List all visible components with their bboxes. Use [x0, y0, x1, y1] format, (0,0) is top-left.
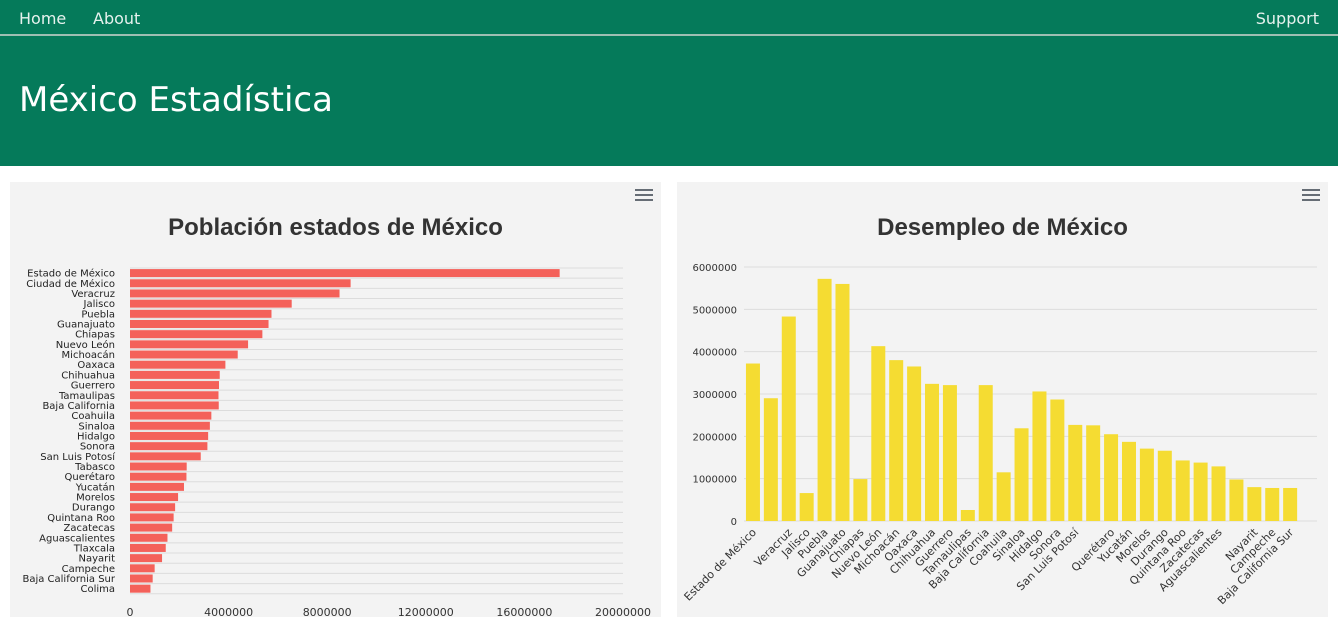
bar — [130, 401, 219, 410]
bar — [1193, 462, 1208, 521]
bar — [942, 385, 957, 521]
bar — [1283, 487, 1298, 521]
bar — [1104, 434, 1119, 521]
bar — [907, 366, 922, 521]
bar — [130, 493, 179, 502]
bar — [996, 472, 1011, 521]
bar — [130, 574, 153, 583]
y-tick-label: 5000000 — [692, 305, 737, 316]
bar — [853, 479, 868, 521]
bar — [130, 523, 173, 532]
bar — [130, 584, 151, 593]
bar — [130, 462, 187, 471]
bar — [1247, 487, 1262, 521]
bar — [130, 503, 176, 512]
bar — [799, 493, 814, 521]
bar — [130, 513, 174, 522]
bar — [1139, 448, 1154, 521]
bar — [1086, 425, 1101, 521]
x-tick-label: 4000000 — [204, 606, 253, 617]
bar — [889, 360, 904, 521]
bar — [130, 381, 219, 390]
bar — [130, 350, 238, 359]
bar — [781, 316, 796, 521]
y-tick-label: 1000000 — [692, 475, 737, 486]
y-tick-label: 0 — [731, 517, 737, 528]
bar — [130, 269, 560, 278]
bar — [130, 411, 212, 420]
bar — [960, 509, 975, 521]
y-tick-label: 6000000 — [692, 263, 737, 274]
page-title: México Estadística — [19, 80, 333, 120]
bar — [1050, 399, 1065, 521]
x-tick-label: 16000000 — [496, 606, 552, 617]
bar — [130, 289, 340, 298]
nav-support-link[interactable]: Support — [1256, 9, 1319, 28]
bar — [130, 370, 220, 379]
bar — [130, 431, 209, 440]
bar — [130, 340, 249, 349]
bar — [1014, 428, 1029, 521]
bar — [130, 319, 269, 328]
bar — [130, 360, 226, 369]
bar — [130, 279, 351, 288]
hero-banner: México Estadística — [0, 36, 1338, 166]
bar — [1157, 450, 1172, 521]
desempleo-chart-svg: 0 1000000 2000000 3000000 4000000 5000000 6000… — [682, 263, 1317, 607]
bar — [130, 533, 168, 542]
bar — [817, 278, 832, 521]
bar — [1229, 479, 1244, 521]
bar — [130, 421, 210, 430]
bar — [871, 346, 886, 521]
bar — [130, 482, 184, 491]
bar — [130, 299, 292, 308]
poblacion-chart-title: Población estados de México — [168, 214, 503, 241]
nav-home-link[interactable]: Home — [19, 9, 66, 28]
bar — [1175, 460, 1190, 521]
bar — [1265, 487, 1280, 521]
bar — [130, 472, 187, 481]
bar — [925, 383, 940, 521]
x-tick-label: 20000000 — [595, 606, 651, 617]
y-tick-label: 4000000 — [692, 348, 737, 359]
bar — [1121, 441, 1136, 521]
x-tick-label: 12000000 — [398, 606, 454, 617]
bar — [835, 283, 850, 521]
bar — [1211, 466, 1226, 521]
y-tick-label: 2000000 — [692, 432, 737, 443]
x-tick-label: 8000000 — [303, 606, 352, 617]
bar — [1032, 391, 1047, 521]
category-label: Colima — [80, 584, 115, 595]
hamburger-menu-icon[interactable] — [1302, 189, 1320, 203]
poblacion-chart-svg: 0 4000000 8000000 12000000 16000000 20000000E… — [22, 267, 651, 617]
navbar: Home About Support — [0, 0, 1338, 36]
poblacion-chart-panel: Población estados de México 0 4000000 8000… — [10, 182, 661, 617]
desempleo-chart-panel: Desempleo de México 0 1000000 2000000 30000… — [677, 182, 1328, 617]
bar — [978, 385, 993, 521]
bar — [745, 363, 760, 521]
y-tick-label: 3000000 — [692, 390, 737, 401]
x-tick-label: Estado de México — [682, 526, 760, 604]
bar — [1068, 424, 1083, 521]
bar — [130, 391, 219, 400]
bar — [130, 543, 166, 552]
bar — [130, 564, 155, 573]
desempleo-chart-title: Desempleo de México — [877, 214, 1128, 241]
bar — [130, 442, 208, 451]
hamburger-menu-icon[interactable] — [635, 189, 653, 203]
bar — [130, 330, 263, 339]
x-tick-label: 0 — [127, 606, 134, 617]
bar — [130, 554, 163, 563]
bar — [763, 398, 778, 521]
nav-about-link[interactable]: About — [93, 9, 140, 28]
bar — [130, 309, 272, 318]
bar — [130, 452, 201, 461]
